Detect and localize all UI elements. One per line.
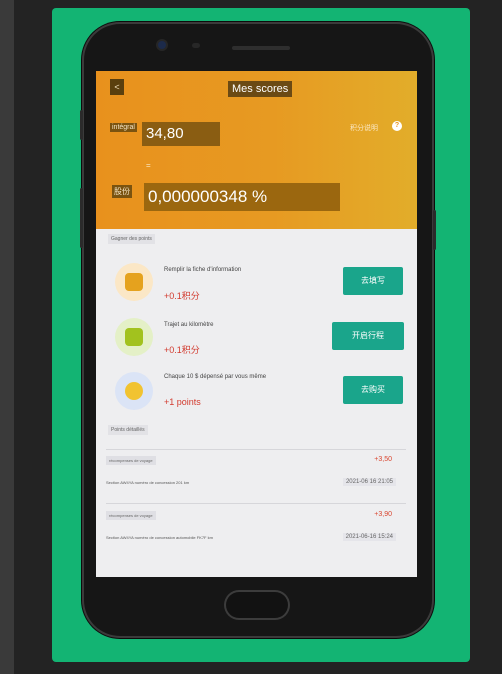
task-1-description: Remplir la fiche d'information — [164, 267, 242, 273]
task-3-icon-badge — [115, 372, 153, 410]
front-camera-icon — [158, 41, 166, 49]
points-help-text[interactable]: 积分说明 — [350, 123, 378, 133]
help-icon[interactable]: ? — [392, 121, 402, 131]
fuel-icon — [125, 273, 143, 291]
page-title: Mes scores — [228, 81, 293, 97]
record-row-1: récompenses de voyage +3,50 Section AW4Y… — [106, 456, 406, 504]
scores-header: < Mes scores intégral 34,80 积分说明 ? = 股份 … — [96, 71, 417, 229]
earpiece-speaker — [232, 46, 290, 50]
screenshot-stage: < Mes scores intégral 34,80 积分说明 ? = 股份 … — [0, 0, 502, 674]
share-label: 股份 — [112, 185, 132, 198]
record-1-label: récompenses de voyage — [106, 456, 156, 465]
home-button[interactable] — [224, 590, 290, 620]
task-1-icon-badge — [115, 263, 153, 301]
back-button[interactable]: < — [110, 79, 124, 95]
app-screen: < Mes scores intégral 34,80 积分说明 ? = 股份 … — [96, 71, 417, 577]
power-button[interactable] — [433, 210, 436, 250]
tasks-section-label: Gagner des points — [108, 234, 155, 244]
record-2-description: Section AW4YA numéro de concession autom… — [106, 535, 213, 540]
side-button[interactable] — [80, 188, 83, 248]
record-divider — [106, 503, 406, 504]
task-1-action-button[interactable]: 去填写 — [343, 267, 403, 295]
record-2-amount: +3,90 — [374, 511, 392, 518]
left-edge-strip — [0, 0, 14, 674]
record-2-label: récompenses de voyage — [106, 511, 156, 520]
record-divider — [106, 449, 406, 450]
task-3-reward: +1 points — [164, 397, 201, 407]
task-2-reward: +0.1积分 — [164, 345, 200, 355]
car-icon — [125, 328, 143, 346]
record-1-amount: +3,50 — [374, 456, 392, 463]
task-3-action-button[interactable]: 去购买 — [343, 376, 403, 404]
share-percentage: 0,000000348 % — [144, 183, 340, 211]
proximity-sensor — [192, 43, 200, 48]
task-3-description: Chaque 10 $ dépensé par vous même — [164, 374, 267, 380]
task-2-icon-badge — [115, 318, 153, 356]
record-1-date: 2021-06 16 21:05 — [342, 478, 396, 486]
record-row-2: récompenses de voyage +3,90 Section AW4Y… — [106, 511, 406, 559]
record-2-date: 2021-06-16 15:24 — [342, 533, 396, 541]
points-value: 34,80 — [142, 122, 220, 146]
task-2-description: Trajet au kilomètre — [164, 322, 214, 328]
points-label: intégral — [110, 123, 137, 132]
coin-icon — [125, 382, 143, 400]
task-2-action-button[interactable]: 开启行程 — [332, 322, 404, 350]
equals-sign: = — [146, 161, 151, 170]
record-1-description: Section AW4YA numéro de concession 201 k… — [106, 480, 190, 485]
task-1-reward: +0.1积分 — [164, 291, 200, 301]
volume-button[interactable] — [80, 110, 83, 140]
records-section-label: Points détaillés — [108, 425, 148, 435]
